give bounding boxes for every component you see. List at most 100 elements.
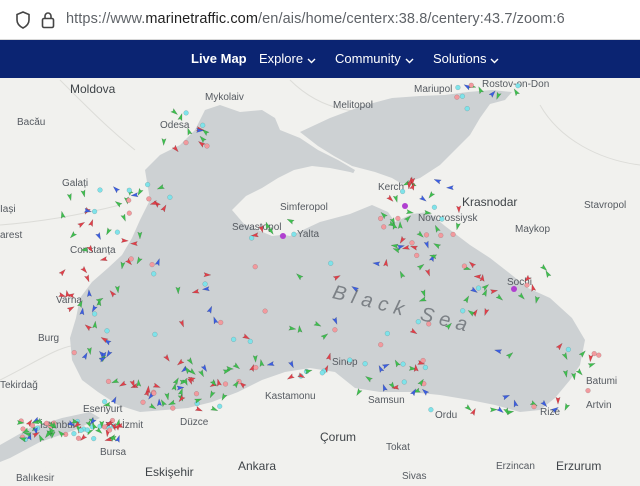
station-marker[interactable] xyxy=(378,215,384,222)
station-marker[interactable] xyxy=(450,231,456,238)
station-marker[interactable] xyxy=(126,187,132,193)
station-marker[interactable] xyxy=(439,216,445,222)
station-marker[interactable] xyxy=(249,235,255,241)
station-marker[interactable] xyxy=(222,381,229,387)
station-marker[interactable] xyxy=(362,361,368,367)
station-marker[interactable] xyxy=(170,405,176,411)
station-marker[interactable] xyxy=(104,328,110,334)
station-marker[interactable] xyxy=(395,215,401,222)
station-marker[interactable] xyxy=(252,264,258,270)
station-marker[interactable] xyxy=(202,281,208,287)
station-marker[interactable] xyxy=(384,330,391,337)
station-marker[interactable] xyxy=(78,427,84,434)
station-marker[interactable] xyxy=(423,232,430,238)
station-marker[interactable] xyxy=(426,321,432,327)
station-marker[interactable] xyxy=(328,260,334,266)
place-odesa: Odesa xyxy=(160,120,190,131)
station-marker[interactable] xyxy=(454,94,460,100)
station-marker[interactable] xyxy=(347,357,353,363)
station-marker[interactable] xyxy=(420,357,426,364)
vessel-marker[interactable] xyxy=(402,203,408,209)
station-marker[interactable] xyxy=(71,431,77,437)
station-marker[interactable] xyxy=(515,83,521,89)
station-marker[interactable] xyxy=(105,378,112,385)
station-marker[interactable] xyxy=(428,407,434,413)
station-marker[interactable] xyxy=(126,197,132,203)
station-marker[interactable] xyxy=(218,319,224,326)
station-marker[interactable] xyxy=(75,435,82,441)
station-marker[interactable] xyxy=(431,204,438,210)
station-marker[interactable] xyxy=(400,361,406,367)
station-marker[interactable] xyxy=(126,210,132,216)
station-marker[interactable] xyxy=(149,262,155,268)
vessel-marker[interactable] xyxy=(280,233,286,239)
station-marker[interactable] xyxy=(91,208,98,215)
station-marker[interactable] xyxy=(464,105,470,112)
station-marker[interactable] xyxy=(152,331,158,338)
station-marker[interactable] xyxy=(217,403,223,409)
station-marker[interactable] xyxy=(231,336,237,343)
station-marker[interactable] xyxy=(91,436,97,442)
station-marker[interactable] xyxy=(319,370,325,376)
station-marker[interactable] xyxy=(167,194,173,200)
station-marker[interactable] xyxy=(183,140,189,146)
station-marker[interactable] xyxy=(204,143,210,149)
station-marker[interactable] xyxy=(459,93,466,99)
station-marker[interactable] xyxy=(468,82,474,88)
shield-icon[interactable] xyxy=(14,10,32,35)
station-marker[interactable] xyxy=(291,231,297,237)
nav-explore[interactable]: Explore xyxy=(259,51,316,67)
nav-solutions[interactable]: Solutions xyxy=(433,51,499,67)
station-marker[interactable] xyxy=(475,285,482,291)
station-marker[interactable] xyxy=(415,319,421,325)
station-marker[interactable] xyxy=(193,391,200,397)
map-canvas[interactable]: Black Sea Moldova Mykolaiv Melitopol Mar… xyxy=(0,78,640,486)
station-marker[interactable] xyxy=(140,399,146,405)
station-marker[interactable] xyxy=(146,196,152,202)
station-marker[interactable] xyxy=(438,232,444,239)
station-marker[interactable] xyxy=(84,427,91,433)
station-marker[interactable] xyxy=(128,256,134,262)
station-marker[interactable] xyxy=(381,224,387,230)
station-marker[interactable] xyxy=(151,390,157,396)
nav-community[interactable]: Community xyxy=(335,51,414,67)
station-marker[interactable] xyxy=(460,308,466,314)
lock-icon[interactable] xyxy=(40,10,56,35)
station-marker[interactable] xyxy=(97,187,103,193)
map-svg[interactable]: Black Sea Moldova Mykolaiv Melitopol Mar… xyxy=(0,78,640,486)
browser-url-bar[interactable]: https://www.marinetraffic.com/en/ais/hom… xyxy=(0,0,640,40)
station-marker[interactable] xyxy=(91,311,98,317)
station-marker[interactable] xyxy=(531,404,537,410)
station-marker[interactable] xyxy=(591,351,597,357)
station-marker[interactable] xyxy=(20,426,26,432)
station-marker[interactable] xyxy=(401,379,407,385)
station-marker[interactable] xyxy=(106,427,113,433)
station-marker[interactable] xyxy=(183,110,189,116)
station-marker[interactable] xyxy=(332,327,338,333)
station-marker[interactable] xyxy=(596,352,602,358)
station-marker[interactable] xyxy=(101,424,108,430)
station-marker[interactable] xyxy=(422,364,429,371)
station-marker[interactable] xyxy=(71,350,77,356)
station-marker[interactable] xyxy=(414,252,420,259)
station-marker[interactable] xyxy=(565,346,572,353)
station-marker[interactable] xyxy=(400,188,406,195)
station-marker[interactable] xyxy=(262,308,268,314)
vessel-marker[interactable] xyxy=(511,286,517,292)
station-marker[interactable] xyxy=(409,240,415,246)
station-marker[interactable] xyxy=(524,282,530,288)
station-marker[interactable] xyxy=(151,271,157,277)
station-marker[interactable] xyxy=(101,399,108,405)
station-marker[interactable] xyxy=(145,182,151,188)
station-marker[interactable] xyxy=(200,122,206,128)
station-marker[interactable] xyxy=(378,342,384,348)
url-text[interactable]: https://www.marinetraffic.com/en/ais/hom… xyxy=(66,11,565,27)
station-marker[interactable] xyxy=(455,84,461,91)
station-marker[interactable] xyxy=(247,338,253,345)
station-marker[interactable] xyxy=(253,365,259,371)
station-marker[interactable] xyxy=(461,263,468,269)
station-marker[interactable] xyxy=(29,422,36,429)
station-marker[interactable] xyxy=(114,229,121,235)
station-marker[interactable] xyxy=(585,388,591,394)
nav-live-map[interactable]: Live Map xyxy=(191,51,247,66)
